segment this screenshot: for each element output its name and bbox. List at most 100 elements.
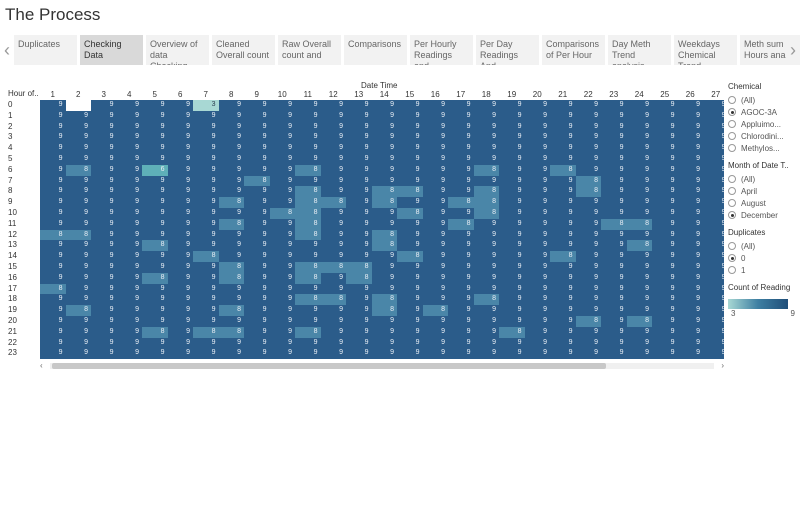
heatmap-cell[interactable]: 9 <box>397 348 423 359</box>
heatmap-cell[interactable]: 9 <box>167 143 193 154</box>
heatmap-cell[interactable]: 9 <box>677 186 703 198</box>
heatmap-cell[interactable]: 9 <box>295 251 321 262</box>
heatmap-cell[interactable]: 9 <box>116 262 142 273</box>
heatmap-cell[interactable]: 9 <box>499 143 525 154</box>
heatmap-cell[interactable]: 9 <box>91 326 117 338</box>
heatmap-cell[interactable]: 8 <box>448 218 474 230</box>
heatmap-cell[interactable]: 8 <box>295 272 321 284</box>
heatmap-cell[interactable]: 9 <box>218 348 244 359</box>
heatmap-cell[interactable]: 9 <box>218 337 244 349</box>
heatmap-cell[interactable]: 9 <box>65 132 91 144</box>
heatmap-cell[interactable]: 9 <box>575 208 601 219</box>
heatmap-cell[interactable]: 9 <box>65 186 91 198</box>
heatmap-cell[interactable]: 9 <box>550 110 576 122</box>
heatmap-cell[interactable]: 9 <box>626 337 652 349</box>
heatmap-cell[interactable]: 8 <box>397 186 423 198</box>
heatmap-cell[interactable]: 9 <box>652 262 678 273</box>
heatmap-cell[interactable]: 9 <box>193 348 219 359</box>
heatmap-cell[interactable]: 9 <box>167 121 193 133</box>
heatmap-cell[interactable]: 9 <box>167 208 193 219</box>
heatmap-cell[interactable]: 9 <box>499 229 525 241</box>
heatmap-cell[interactable]: 9 <box>601 229 627 241</box>
heatmap-cell[interactable]: 9 <box>473 121 499 133</box>
heatmap-cell[interactable]: 9 <box>601 348 627 359</box>
heatmap-cell[interactable]: 9 <box>397 175 423 187</box>
filter-month-option[interactable]: August <box>728 197 798 209</box>
heatmap-cell[interactable]: 9 <box>116 294 142 306</box>
heatmap-cell[interactable]: 9 <box>40 251 66 262</box>
heatmap-cell[interactable]: 9 <box>601 121 627 133</box>
heatmap-cell[interactable]: 9 <box>218 186 244 198</box>
heatmap-cell[interactable]: 9 <box>346 121 372 133</box>
heatmap-cell[interactable]: 9 <box>473 143 499 154</box>
heatmap-cell[interactable]: 9 <box>244 251 270 262</box>
heatmap-cell[interactable]: 9 <box>677 132 703 144</box>
heatmap-cell[interactable]: 9 <box>448 121 474 133</box>
filter-month-option[interactable]: April <box>728 185 798 197</box>
tab-10[interactable]: Weekdays Chemical Trend <box>674 35 738 65</box>
heatmap-cell[interactable]: 8 <box>320 294 346 306</box>
heatmap-cell[interactable]: 9 <box>269 154 295 165</box>
heatmap-cell[interactable]: 9 <box>116 218 142 230</box>
heatmap-cell[interactable]: 9 <box>269 110 295 122</box>
heatmap-cell[interactable]: 9 <box>65 348 91 359</box>
heatmap-cell[interactable]: 9 <box>601 251 627 262</box>
heatmap-cell[interactable]: 9 <box>626 100 652 111</box>
heatmap-cell[interactable]: 9 <box>116 337 142 349</box>
heatmap-cell[interactable]: 8 <box>40 283 66 295</box>
heatmap-cell[interactable]: 9 <box>677 316 703 327</box>
heatmap-cell[interactable]: 8 <box>295 164 321 176</box>
heatmap-cell[interactable]: 9 <box>218 154 244 165</box>
heatmap-cell[interactable]: 9 <box>320 208 346 219</box>
heatmap-cell[interactable]: 9 <box>218 110 244 122</box>
heatmap-cell[interactable]: 9 <box>524 294 550 306</box>
tab-3[interactable]: Cleaned Overall count <box>212 35 276 65</box>
heatmap-cell[interactable]: 9 <box>320 240 346 252</box>
heatmap-cell[interactable]: 9 <box>550 186 576 198</box>
heatmap-cell[interactable]: 9 <box>499 283 525 295</box>
heatmap-cell[interactable]: 9 <box>40 305 66 316</box>
heatmap-cell[interactable]: 9 <box>652 294 678 306</box>
heatmap-cell[interactable]: 8 <box>397 251 423 262</box>
filter-duplicates-option[interactable]: 0 <box>728 252 798 264</box>
heatmap-cell[interactable]: 9 <box>320 143 346 154</box>
heatmap-cell[interactable]: 8 <box>371 294 397 306</box>
heatmap-cell[interactable]: 8 <box>295 208 321 219</box>
heatmap-cell[interactable]: 9 <box>448 272 474 284</box>
heatmap-cell[interactable]: 9 <box>524 100 550 111</box>
heatmap-cell[interactable]: 9 <box>116 132 142 144</box>
heatmap-cell[interactable]: 9 <box>499 132 525 144</box>
heatmap-cell[interactable]: 9 <box>703 326 724 338</box>
heatmap-cell[interactable]: 9 <box>677 348 703 359</box>
heatmap-cell[interactable]: 9 <box>346 208 372 219</box>
heatmap-cell[interactable]: 9 <box>524 197 550 208</box>
heatmap-cell[interactable]: 9 <box>142 229 168 241</box>
heatmap-cell[interactable]: 9 <box>677 218 703 230</box>
heatmap-cell[interactable]: 9 <box>116 154 142 165</box>
heatmap-cell[interactable]: 9 <box>346 316 372 327</box>
heatmap-cell[interactable]: 9 <box>269 197 295 208</box>
heatmap-cell[interactable]: 9 <box>167 154 193 165</box>
heatmap-cell[interactable]: 8 <box>218 272 244 284</box>
heatmap-cell[interactable]: 9 <box>575 164 601 176</box>
heatmap-cell[interactable]: 8 <box>473 294 499 306</box>
heatmap-cell[interactable]: 9 <box>703 240 724 252</box>
heatmap-cell[interactable]: 8 <box>320 262 346 273</box>
heatmap-cell[interactable]: 9 <box>91 154 117 165</box>
heatmap-cell[interactable]: 9 <box>142 132 168 144</box>
heatmap-cell[interactable]: 9 <box>550 316 576 327</box>
heatmap-cell[interactable]: 9 <box>422 121 448 133</box>
heatmap-cell[interactable]: 9 <box>524 175 550 187</box>
heatmap-cell[interactable]: 9 <box>346 186 372 198</box>
heatmap-cell[interactable]: 9 <box>550 154 576 165</box>
heatmap-cell[interactable]: 9 <box>448 164 474 176</box>
heatmap-cell[interactable]: 9 <box>677 154 703 165</box>
heatmap-cell[interactable]: 9 <box>40 175 66 187</box>
heatmap-cell[interactable]: 9 <box>448 294 474 306</box>
heatmap-cell[interactable]: 9 <box>448 337 474 349</box>
heatmap-cell[interactable]: 9 <box>677 283 703 295</box>
heatmap-cell[interactable]: 9 <box>677 164 703 176</box>
heatmap-cell[interactable]: 8 <box>575 186 601 198</box>
heatmap-cell[interactable]: 9 <box>142 110 168 122</box>
heatmap-cell[interactable]: 9 <box>703 262 724 273</box>
